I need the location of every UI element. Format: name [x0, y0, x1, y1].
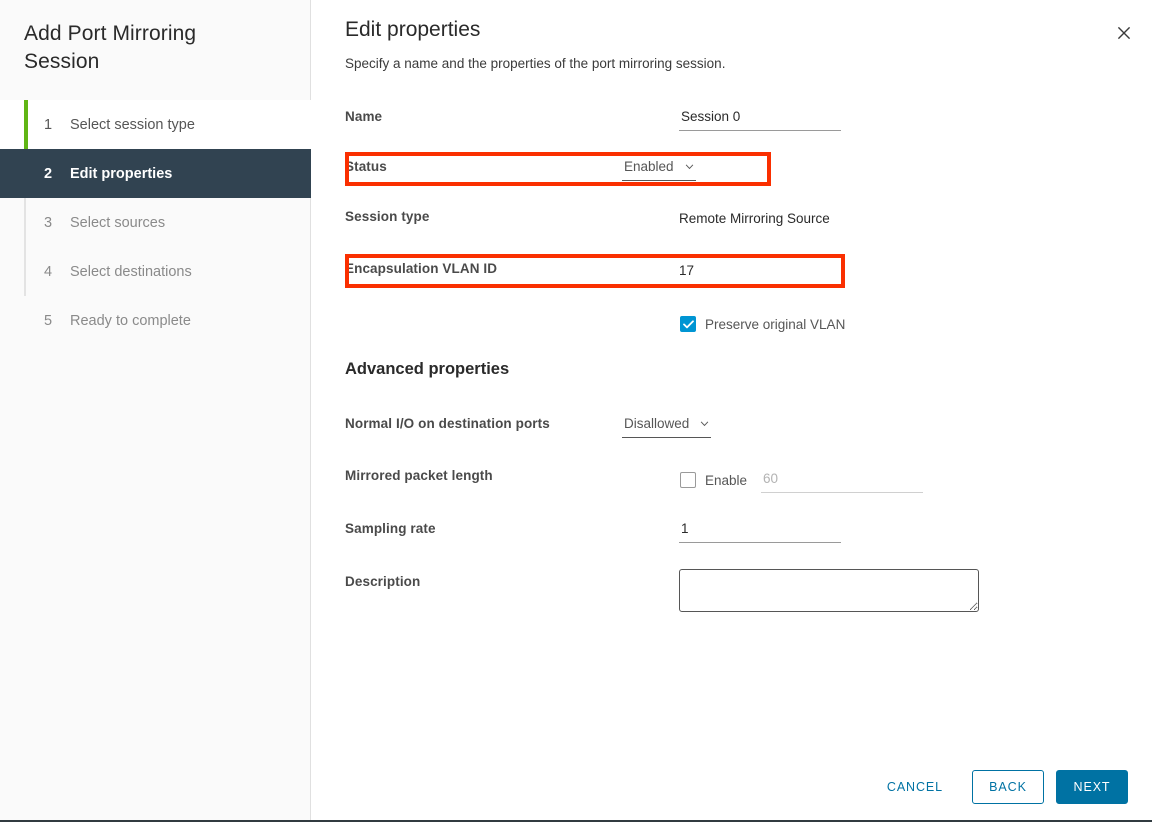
step-label: Select sources — [70, 215, 165, 231]
normal-io-label: Normal I/O on destination ports — [345, 416, 550, 431]
close-icon[interactable] — [1109, 18, 1139, 48]
session-type-value-wrap: Remote Mirroring Source — [679, 206, 830, 232]
status-selected-value: Enabled — [624, 155, 674, 179]
wizard-title: Add Port Mirroring Session — [24, 20, 274, 76]
sampling-rate-input[interactable] — [679, 517, 841, 543]
preserve-original-vlan-wrap: Preserve original VLAN — [680, 316, 845, 332]
form-row-preserve-original-vlan: Preserve original VLAN — [311, 300, 1152, 352]
form-row-normal-io: Normal I/O on destination ports Disallow… — [311, 402, 1152, 454]
next-button[interactable]: NEXT — [1056, 770, 1128, 804]
chevron-down-icon — [700, 421, 709, 427]
wizard-sidebar: Add Port Mirroring Session 1 Select sess… — [0, 0, 311, 820]
form-row-status: Status Enabled — [311, 146, 1152, 196]
step-label: Select destinations — [70, 264, 192, 280]
form-row-session-type: Session type Remote Mirroring Source — [311, 196, 1152, 248]
encapsulation-vlan-id-label: Encapsulation VLAN ID — [345, 261, 497, 276]
advanced-properties-heading: Advanced properties — [345, 360, 509, 379]
name-label: Name — [345, 109, 382, 124]
wizard-step-list: 1 Select session type 2 Edit properties … — [0, 100, 311, 345]
status-select[interactable]: Enabled — [622, 155, 696, 181]
step-label: Ready to complete — [70, 313, 191, 329]
mirrored-packet-length-label: Mirrored packet length — [345, 468, 493, 483]
page-title: Edit properties — [345, 18, 480, 42]
normal-io-select[interactable]: Disallowed — [622, 412, 711, 438]
main-panel: Edit properties Specify a name and the p… — [311, 0, 1152, 820]
sampling-rate-field-wrap — [679, 517, 841, 543]
status-label: Status — [345, 159, 387, 174]
form-row-encapsulation-vlan-id: Encapsulation VLAN ID 17 — [311, 248, 1152, 300]
advanced-properties-section: Advanced properties — [311, 352, 1152, 402]
normal-io-selected-value: Disallowed — [624, 412, 689, 436]
wizard-footer: CANCEL BACK NEXT — [311, 756, 1152, 818]
normal-io-field-wrap: Disallowed — [622, 412, 711, 438]
sidebar-step-ready-to-complete[interactable]: 5 Ready to complete — [0, 296, 311, 345]
session-type-value: Remote Mirroring Source — [679, 211, 830, 226]
step-number: 1 — [44, 117, 60, 133]
step-number: 5 — [44, 313, 60, 329]
form-row-description: Description — [311, 560, 1152, 630]
step-number: 4 — [44, 264, 60, 280]
preserve-original-vlan-label: Preserve original VLAN — [705, 317, 845, 332]
mirrored-packet-length-enable-checkbox[interactable] — [680, 472, 696, 488]
session-type-label: Session type — [345, 209, 429, 224]
status-field-wrap: Enabled — [622, 155, 696, 181]
cancel-button[interactable]: CANCEL — [870, 770, 960, 804]
description-textarea[interactable] — [679, 569, 979, 612]
encapsulation-vlan-id-value-wrap: 17 — [679, 258, 694, 284]
mirrored-packet-length-enable-label: Enable — [705, 473, 747, 488]
mirrored-packet-length-input[interactable] — [761, 467, 923, 493]
sampling-rate-label: Sampling rate — [345, 521, 436, 536]
properties-form: Name Status Enabled — [311, 96, 1152, 630]
step-number: 2 — [44, 166, 60, 182]
form-row-mirrored-packet-length: Mirrored packet length Enable — [311, 454, 1152, 507]
step-number: 3 — [44, 215, 60, 231]
name-input[interactable] — [679, 105, 841, 131]
encapsulation-vlan-id-value: 17 — [679, 263, 694, 278]
sidebar-step-select-session-type[interactable]: 1 Select session type — [0, 100, 311, 149]
mirrored-packet-length-field-wrap: Enable — [680, 467, 923, 493]
sidebar-step-select-sources[interactable]: 3 Select sources — [0, 198, 311, 247]
form-row-name: Name — [311, 96, 1152, 146]
description-field-wrap — [679, 569, 979, 617]
page-subtitle: Specify a name and the properties of the… — [345, 56, 725, 71]
sidebar-step-edit-properties[interactable]: 2 Edit properties — [0, 149, 311, 198]
form-row-sampling-rate: Sampling rate — [311, 507, 1152, 560]
add-port-mirroring-session-wizard: Add Port Mirroring Session 1 Select sess… — [0, 0, 1152, 822]
name-field-wrap — [679, 105, 841, 131]
description-label: Description — [345, 574, 420, 589]
preserve-original-vlan-checkbox[interactable] — [680, 316, 696, 332]
step-label: Edit properties — [70, 166, 172, 182]
chevron-down-icon — [685, 164, 694, 170]
step-label: Select session type — [70, 117, 195, 133]
sidebar-step-select-destinations[interactable]: 4 Select destinations — [0, 247, 311, 296]
back-button[interactable]: BACK — [972, 770, 1044, 804]
